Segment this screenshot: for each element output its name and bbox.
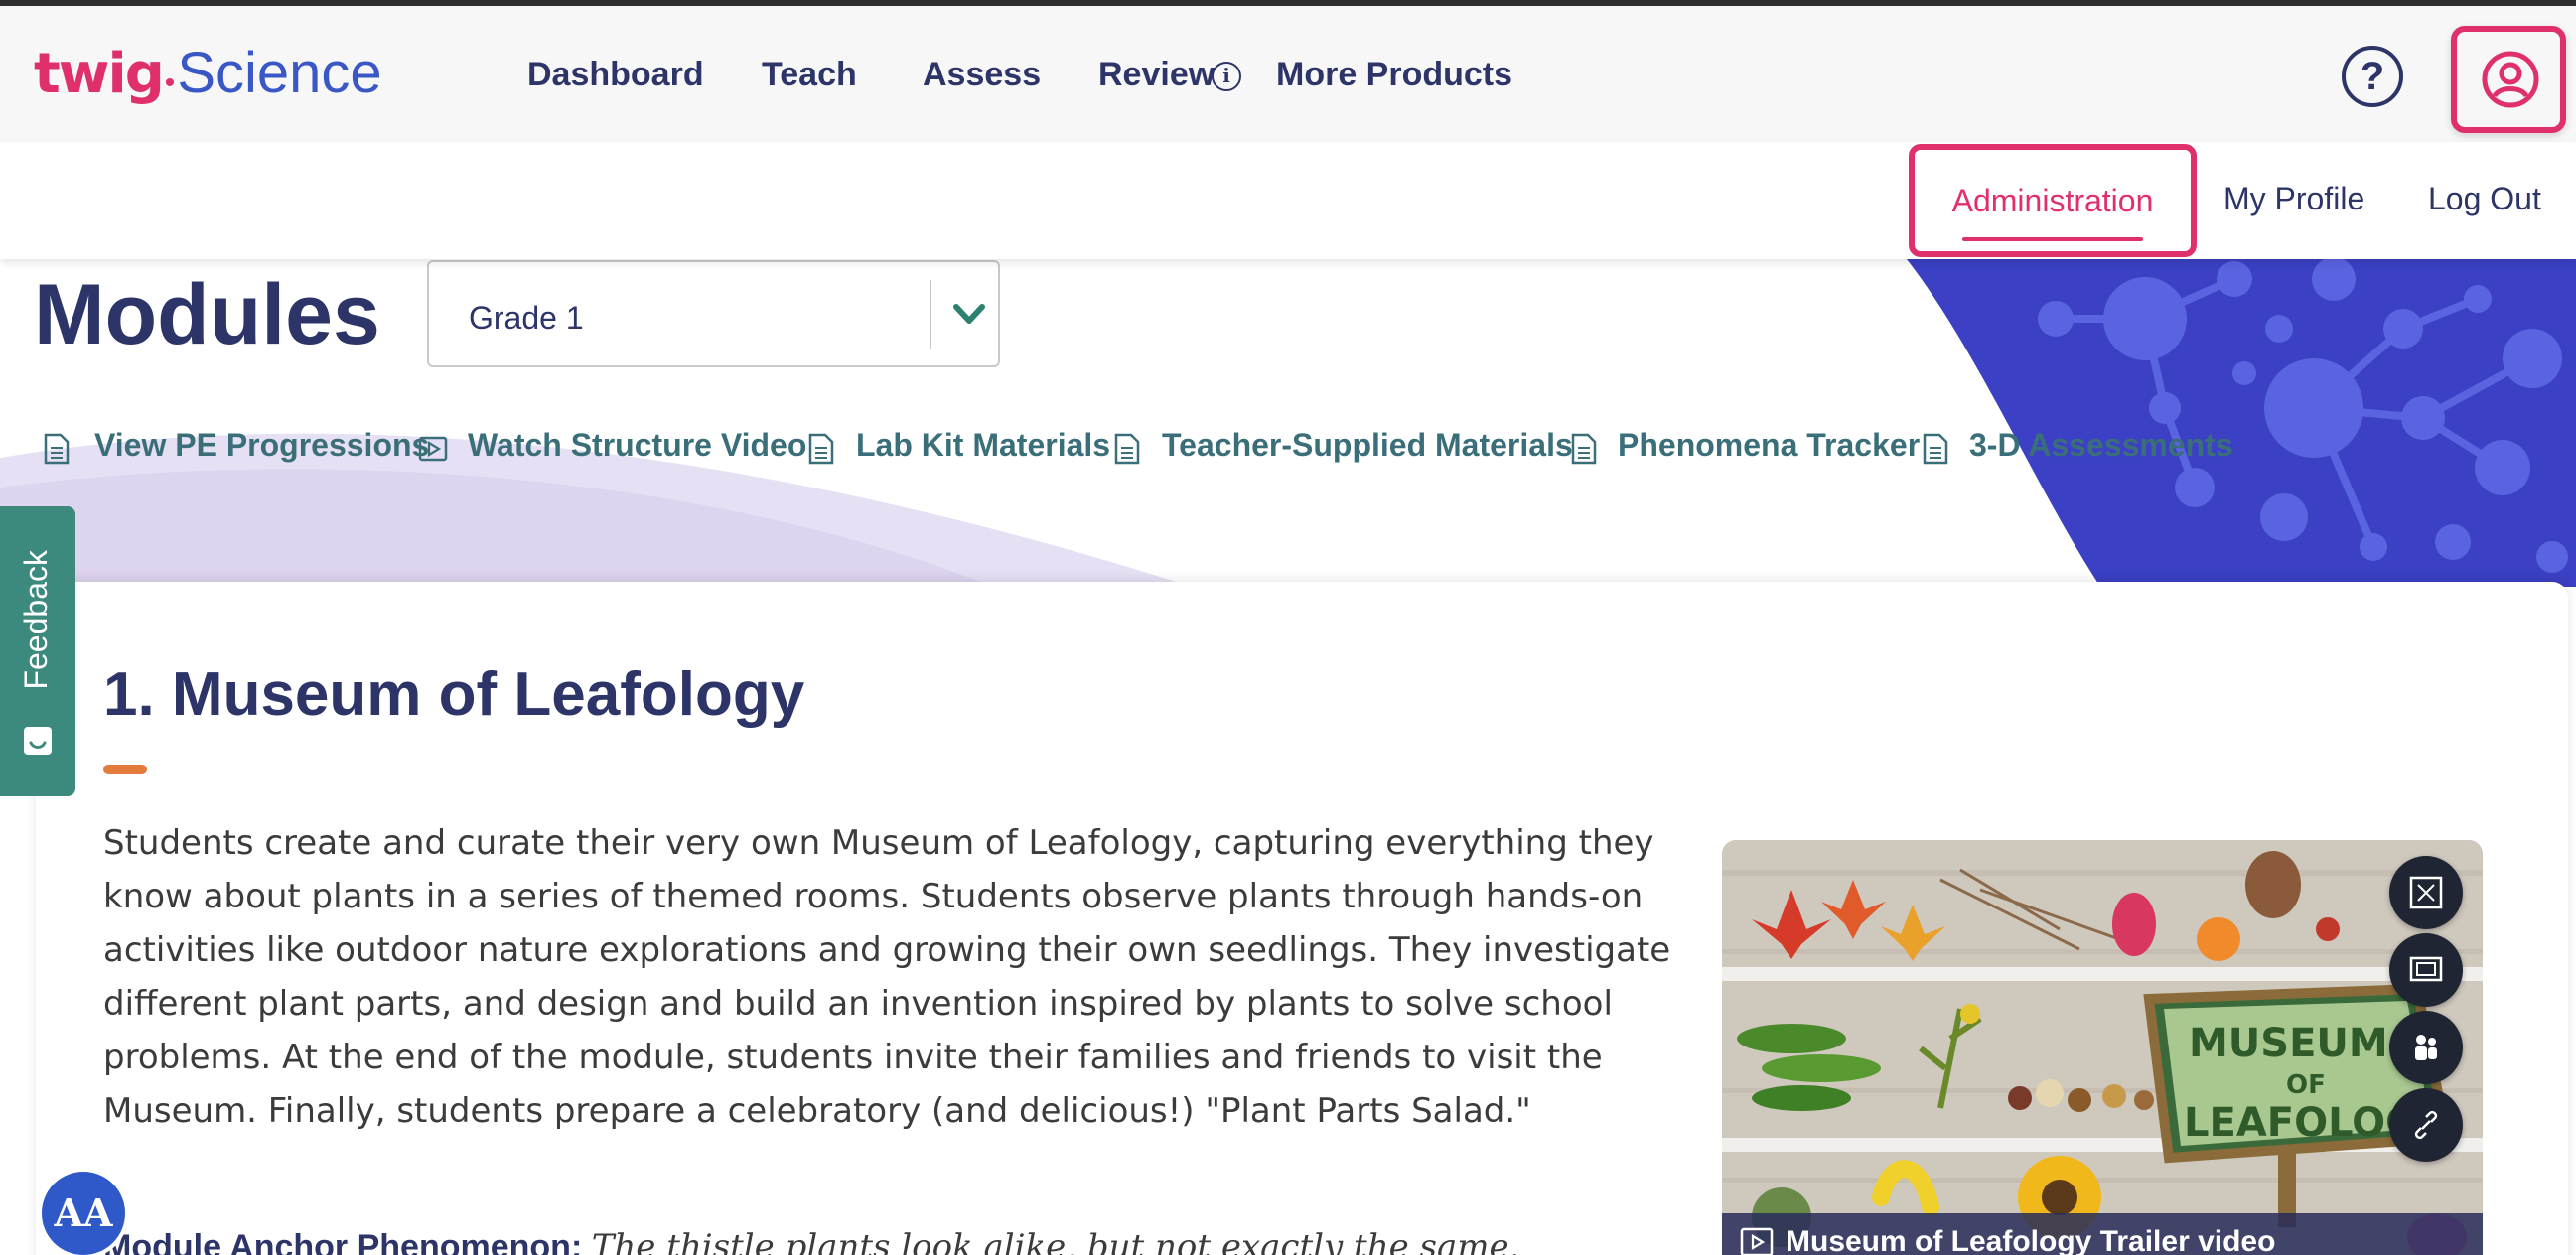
- title-accent-bar: [103, 765, 147, 774]
- teacher-supplied-materials-link[interactable]: Teacher-Supplied Materials: [1162, 427, 1573, 464]
- grade-select[interactable]: Grade 1: [427, 260, 1000, 367]
- video-icon: [418, 436, 448, 462]
- link-icon: [2414, 1110, 2438, 1140]
- profile-dropdown-bar: Administration My Profile Log Out: [0, 142, 2576, 259]
- user-circle-icon: [2482, 51, 2539, 108]
- grade-select-value: Grade 1: [469, 300, 584, 336]
- phenomena-tracker-link[interactable]: Phenomena Tracker: [1618, 427, 1920, 464]
- chevron-down-icon: [953, 304, 985, 324]
- link-button[interactable]: [2389, 1088, 2463, 1162]
- feedback-label: Feedback: [18, 550, 54, 690]
- nav-review[interactable]: Review: [1098, 56, 1215, 94]
- question-circle-icon[interactable]: ?: [2342, 46, 2403, 107]
- feedback-tab[interactable]: Feedback: [0, 506, 75, 796]
- document-icon: [808, 433, 834, 465]
- logo-dot: •: [164, 67, 176, 99]
- administration-link[interactable]: Administration: [1909, 144, 2197, 257]
- anchor-label: Module Anchor Phenomenon:: [103, 1228, 583, 1255]
- select-divider: [930, 280, 931, 349]
- document-icon: [1114, 433, 1140, 465]
- administration-label: Administration: [1951, 183, 2154, 218]
- log-out-link[interactable]: Log Out: [2428, 181, 2541, 217]
- logo-twig-text: twig: [34, 42, 165, 106]
- watch-structure-video-link[interactable]: Watch Structure Video: [468, 427, 806, 464]
- presenter-icon: [2415, 1035, 2437, 1060]
- nav-teach[interactable]: Teach: [762, 56, 857, 94]
- twig-science-logo[interactable]: twig • Science: [34, 40, 382, 109]
- slideshow-button[interactable]: [2389, 933, 2463, 1007]
- anchor-phenomenon: Module Anchor Phenomenon: The thistle pl…: [103, 1227, 1712, 1255]
- nav-more-products[interactable]: More Products: [1276, 56, 1512, 94]
- sign-line2: OF: [2286, 1070, 2326, 1100]
- active-underline: [1962, 237, 2143, 241]
- nav-assess[interactable]: Assess: [923, 56, 1041, 94]
- 3d-assessments-link[interactable]: 3-D Assessments: [1969, 427, 2233, 464]
- document-icon: [44, 433, 70, 465]
- view-pe-progressions-link[interactable]: View PE Progressions: [94, 427, 429, 464]
- smiley-icon: [24, 727, 52, 755]
- anchor-text: The thistle plants look alike, but not e…: [591, 1227, 1520, 1255]
- lab-kit-materials-link[interactable]: Lab Kit Materials: [856, 427, 1110, 464]
- fullscreen-button[interactable]: [2389, 856, 2463, 929]
- accessibility-button[interactable]: AA: [38, 1168, 129, 1255]
- nav-dashboard[interactable]: Dashboard: [527, 56, 704, 94]
- document-icon: [1923, 433, 1948, 465]
- module-description: Students create and curate their very ow…: [103, 823, 1671, 1131]
- hero-background: [0, 259, 2576, 587]
- module-card: 1. Museum of Leafology Students create a…: [36, 582, 2568, 1255]
- fullscreen-icon: [2409, 876, 2443, 909]
- page-title: Modules: [34, 267, 380, 362]
- trailer-video[interactable]: MUSEUM OF LEAFOLOGY Museum of Leafology …: [1722, 840, 2483, 1255]
- top-navbar: twig • Science Dashboard Teach Assess Re…: [0, 6, 2576, 142]
- play-video-icon: [1740, 1227, 1774, 1255]
- video-caption-bar[interactable]: Museum of Leafology Trailer video: [1722, 1213, 2483, 1255]
- video-thumbnail: MUSEUM OF LEAFOLOGY: [1722, 840, 2483, 1255]
- document-icon: [1571, 433, 1597, 465]
- profile-menu-button[interactable]: [2451, 26, 2566, 133]
- my-profile-link[interactable]: My Profile: [2223, 181, 2364, 217]
- video-caption: Museum of Leafology Trailer video: [1786, 1225, 2276, 1255]
- presenter-button[interactable]: [2389, 1011, 2463, 1084]
- module-title: 1. Museum of Leafology: [103, 660, 805, 729]
- info-icon[interactable]: i: [1212, 62, 1241, 91]
- sign-line1: MUSEUM: [2189, 1021, 2388, 1066]
- logo-science-text: Science: [177, 41, 382, 105]
- slideshow-icon: [2409, 956, 2443, 982]
